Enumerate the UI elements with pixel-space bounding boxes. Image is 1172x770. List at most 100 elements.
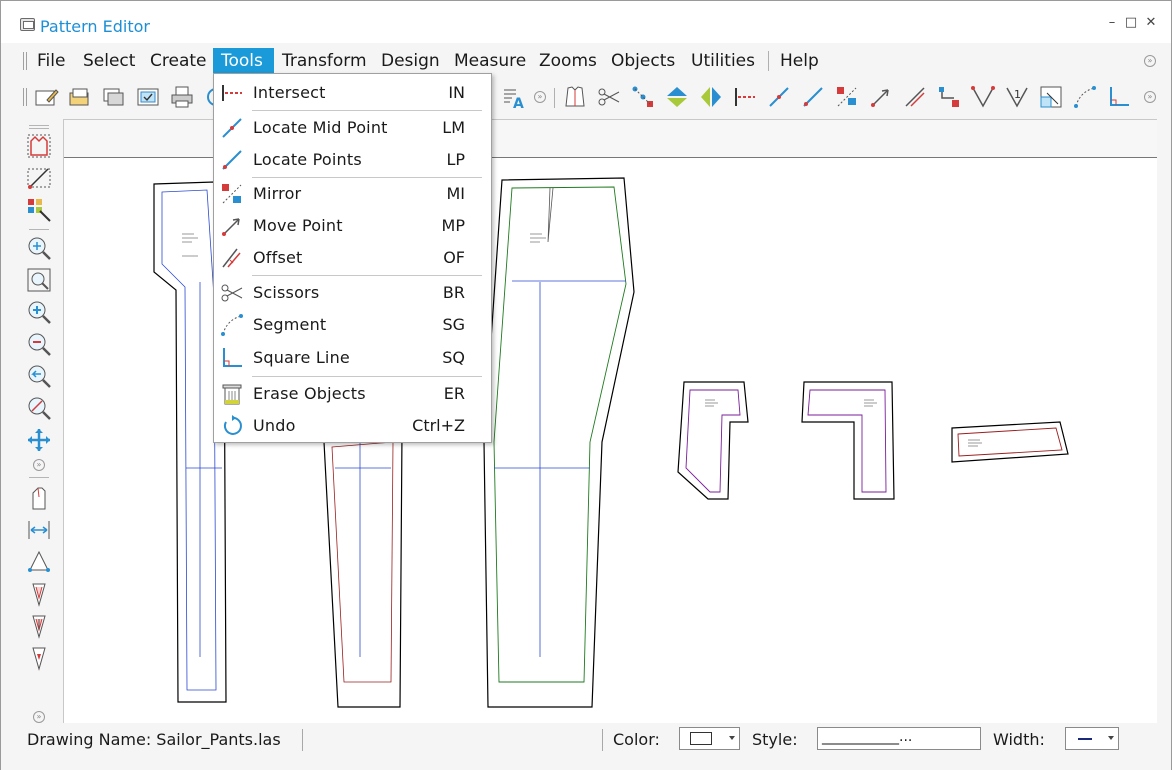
dart-fold-icon[interactable]	[26, 581, 52, 607]
zoom-out-icon[interactable]	[26, 331, 52, 357]
flip-vertical-icon[interactable]	[664, 84, 690, 110]
pan-icon[interactable]	[26, 427, 52, 453]
points-tool-icon[interactable]	[630, 84, 656, 110]
menu-item-move-point[interactable]: Move Point MP	[214, 211, 491, 241]
menu-transform[interactable]: Transform	[276, 48, 373, 74]
print-icon[interactable]	[169, 84, 195, 110]
menu-item-label: Locate Points	[253, 150, 362, 169]
left-toolbar-grip-2	[29, 128, 49, 129]
pattern-piece-waistband[interactable]	[951, 421, 1069, 463]
menu-item-locate-points[interactable]: Locate Points LP	[214, 145, 491, 175]
menu-item-square-line[interactable]: Square Line SQ	[214, 343, 491, 373]
menu-item-intersect[interactable]: Intersect IN	[214, 78, 491, 108]
segment-tool-icon[interactable]	[1072, 84, 1098, 110]
menu-item-segment[interactable]: Segment SG	[214, 310, 491, 340]
dart-shape-icon[interactable]	[26, 549, 52, 575]
move-point-tool-icon[interactable]	[868, 84, 894, 110]
dart-fill-icon[interactable]	[26, 613, 52, 639]
locate-points-icon	[222, 150, 242, 170]
offset-tool-icon[interactable]	[902, 84, 928, 110]
scissors-tool-icon[interactable]	[596, 84, 622, 110]
menu-help[interactable]: Help	[774, 48, 825, 74]
color-select[interactable]	[679, 727, 740, 750]
menu-file[interactable]: File	[31, 48, 71, 74]
menu-separator	[252, 275, 482, 276]
menu-zooms[interactable]: Zooms	[533, 48, 603, 74]
pattern-piece-back-pants-left[interactable]	[323, 431, 403, 708]
dart-open-icon[interactable]	[26, 645, 52, 671]
menubar-overflow-icon[interactable]: »	[1144, 55, 1156, 67]
locate-points-tool-icon[interactable]	[800, 84, 826, 110]
maximize-button[interactable]: □	[1123, 15, 1139, 30]
left-toolbar-separator-2	[29, 477, 49, 478]
new-drawing-icon[interactable]	[33, 84, 59, 110]
open-drawing-icon[interactable]	[67, 84, 93, 110]
menu-item-shortcut: SQ	[442, 348, 465, 367]
menu-item-locate-mid-point[interactable]: Locate Mid Point LM	[214, 113, 491, 143]
menu-item-mirror[interactable]: Mirror MI	[214, 179, 491, 209]
mirror-icon	[222, 184, 242, 204]
menu-item-label: Scissors	[253, 283, 320, 302]
tools-dropdown-menu: Intersect IN Locate Mid Point LM Locate …	[213, 73, 492, 443]
menu-item-scissors[interactable]: Scissors BR	[214, 278, 491, 308]
select-line-icon[interactable]	[26, 165, 52, 191]
chevron-down-icon	[729, 736, 735, 740]
menu-item-label: Undo	[253, 416, 296, 435]
square-line-tool-icon[interactable]	[1106, 84, 1132, 110]
select-window-icon[interactable]	[135, 84, 161, 110]
mirror-tool-icon[interactable]	[834, 84, 860, 110]
menubar-grip[interactable]	[23, 52, 27, 70]
zoom-in-icon[interactable]	[26, 299, 52, 325]
menu-item-shortcut: IN	[448, 83, 465, 102]
menu-select[interactable]: Select	[77, 48, 141, 74]
zoom-previous-icon[interactable]	[26, 363, 52, 389]
select-all-icon[interactable]	[26, 197, 52, 223]
garment-icon[interactable]	[562, 84, 588, 110]
menu-item-shortcut: MI	[446, 184, 465, 203]
menu-item-offset[interactable]: Offset OF	[214, 243, 491, 273]
toolbar-overflow-icon-2[interactable]: »	[1144, 91, 1156, 103]
offset-icon	[222, 248, 241, 268]
menu-item-undo[interactable]: Undo Ctrl+Z	[214, 411, 491, 441]
menu-item-label: Offset	[253, 248, 303, 267]
pattern-piece-pocket-1[interactable]	[677, 381, 749, 500]
menu-measure[interactable]: Measure	[448, 48, 532, 74]
menu-create[interactable]: Create	[144, 48, 213, 74]
menu-design[interactable]: Design	[375, 48, 446, 74]
menu-utilities[interactable]: Utilities	[685, 48, 761, 74]
measure-width-icon[interactable]	[26, 517, 52, 543]
left-toolbar-overflow-icon[interactable]: »	[33, 459, 45, 471]
scale-tool-icon[interactable]	[1038, 84, 1064, 110]
toolbar-overflow-icon[interactable]: »	[534, 91, 546, 103]
select-piece-icon[interactable]	[26, 133, 52, 159]
undo-icon	[223, 415, 242, 435]
text-format-icon[interactable]: A	[501, 84, 527, 110]
zoom-window-icon[interactable]	[26, 235, 52, 261]
zoom-fit-icon[interactable]	[26, 267, 52, 293]
left-toolbar-grip[interactable]	[29, 125, 49, 126]
save-drawing-icon[interactable]	[101, 84, 127, 110]
intersect-tool-icon[interactable]	[732, 84, 758, 110]
zoom-all-icon[interactable]	[26, 395, 52, 421]
square-line-icon	[223, 348, 242, 367]
locate-mid-tool-icon[interactable]	[766, 84, 792, 110]
pattern-piece-front-pants-right[interactable]	[483, 177, 635, 708]
menu-item-erase-objects[interactable]: Erase Objects ER	[214, 379, 491, 409]
menu-tools[interactable]: Tools	[213, 48, 274, 74]
left-toolbar-overflow-icon-2[interactable]: »	[33, 711, 45, 723]
segment-icon	[221, 314, 243, 336]
minimize-button[interactable]: –	[1104, 15, 1120, 30]
close-button[interactable]: ✕	[1143, 15, 1159, 30]
dart-one-tool-icon[interactable]: 1	[1004, 84, 1030, 110]
left-toolbar-separator	[29, 229, 49, 230]
style-select[interactable]: ___________...	[817, 727, 981, 750]
pattern-piece-pocket-2[interactable]	[801, 381, 895, 500]
dart-tool-icon[interactable]	[970, 84, 996, 110]
toolbar-grip[interactable]	[23, 88, 27, 106]
rotate-tool-icon[interactable]	[936, 84, 962, 110]
menu-item-label: Erase Objects	[253, 384, 366, 403]
flip-horizontal-icon[interactable]	[698, 84, 724, 110]
menu-objects[interactable]: Objects	[605, 48, 681, 74]
piece-tool-icon[interactable]	[26, 485, 52, 511]
width-select[interactable]	[1065, 727, 1119, 750]
